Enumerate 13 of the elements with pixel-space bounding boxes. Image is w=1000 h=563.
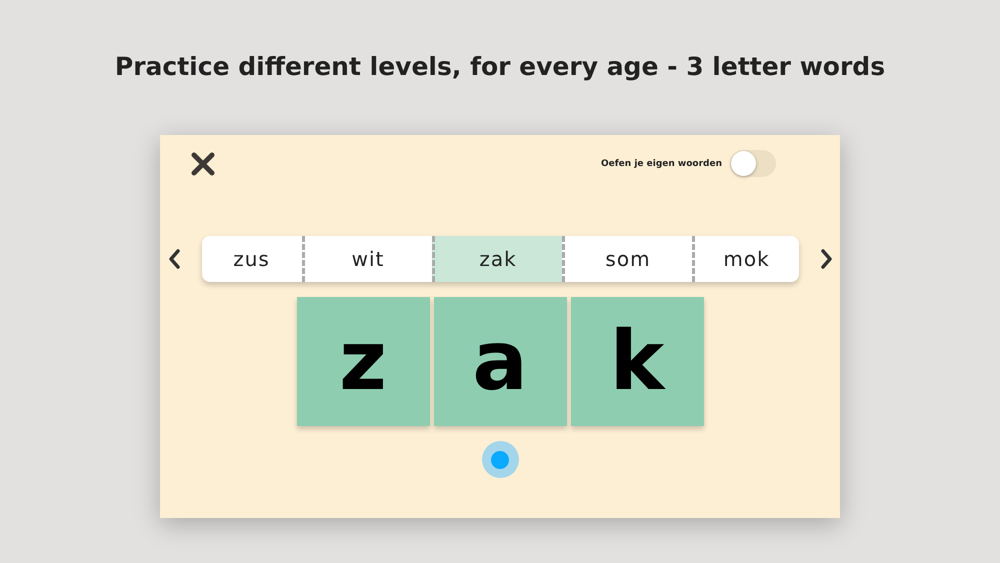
toggle-label: Oefen je eigen woorden (601, 158, 722, 168)
letter-tile[interactable]: a (434, 297, 566, 426)
letter-tile[interactable]: k (570, 297, 704, 426)
word-item[interactable]: mok (692, 236, 798, 282)
chevron-right-icon[interactable] (820, 248, 834, 270)
toggle-switch[interactable] (730, 150, 776, 177)
word-item[interactable]: som (562, 236, 692, 282)
chevron-left-icon[interactable] (166, 248, 180, 270)
word-item[interactable]: zus (202, 236, 302, 282)
close-icon[interactable] (190, 150, 216, 176)
letter-tile[interactable]: z (296, 297, 430, 426)
word-item[interactable]: zak (432, 236, 562, 282)
headline: Practice different levels, for every age - 3 letter words (114, 52, 886, 83)
